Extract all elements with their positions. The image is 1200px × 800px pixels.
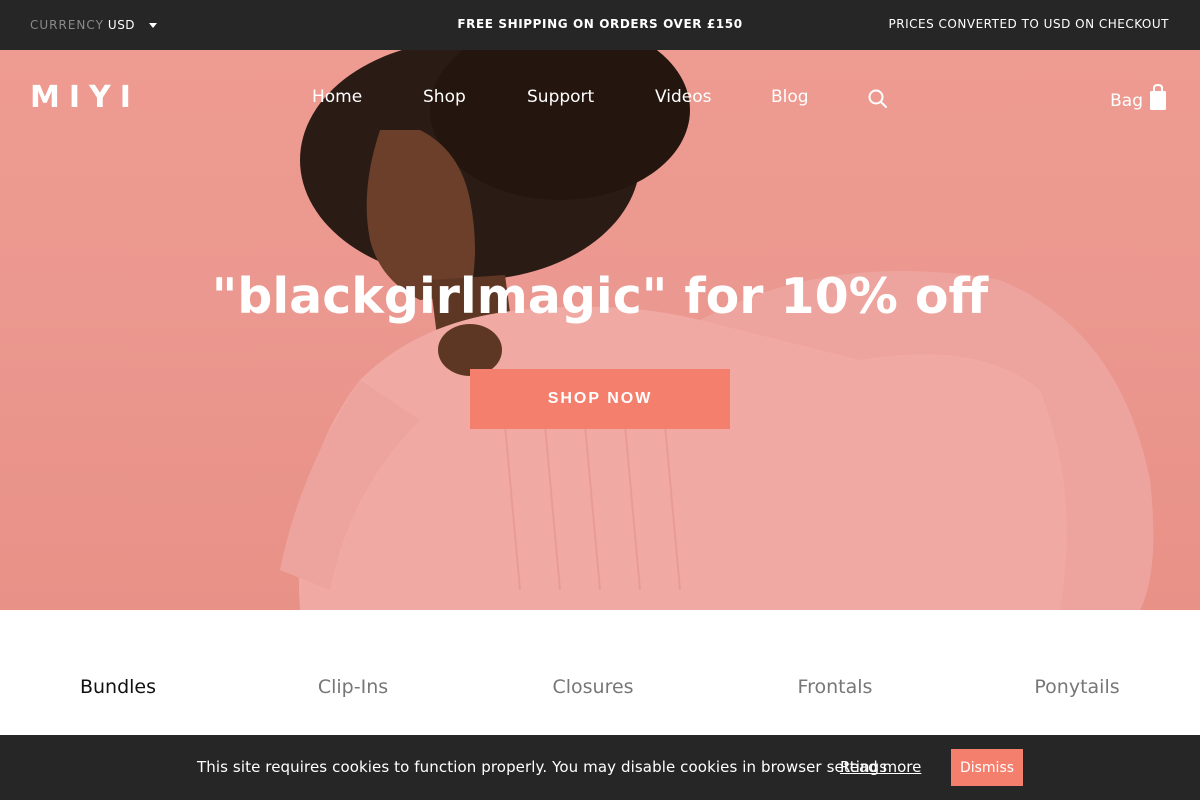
price-conversion-note: PRICES CONVERTED TO USD ON CHECKOUT xyxy=(888,17,1169,31)
category-tabs: Bundles Clip-Ins Closures Frontals Ponyt… xyxy=(0,610,1200,745)
currency-selector[interactable]: Currency USD xyxy=(30,18,158,32)
main-nav: Home Shop Support Videos Blog xyxy=(0,87,1200,111)
tab-closures[interactable]: Closures xyxy=(552,676,633,698)
chevron-down-icon xyxy=(149,23,158,28)
shop-now-button[interactable]: SHOP NOW xyxy=(470,369,730,429)
nav-videos[interactable]: Videos xyxy=(655,87,712,107)
nav-support[interactable]: Support xyxy=(527,87,594,107)
dismiss-button[interactable]: Dismiss xyxy=(951,749,1023,786)
cookie-message: This site requires cookies to function p… xyxy=(197,758,888,776)
bag-button[interactable]: Bag xyxy=(1110,84,1167,111)
tab-ponytails[interactable]: Ponytails xyxy=(1034,676,1119,698)
hero-banner: MIYI Home Shop Support Videos Blog Bag "… xyxy=(0,50,1200,610)
announcement-bar: Currency USD FREE SHIPPING ON ORDERS OVE… xyxy=(0,0,1200,50)
hero-image xyxy=(280,50,1154,610)
nav-blog[interactable]: Blog xyxy=(771,87,809,107)
hero-title: "blackgirlmagic" for 10% off xyxy=(211,268,989,325)
tab-clip-ins[interactable]: Clip-Ins xyxy=(318,676,388,698)
nav-shop[interactable]: Shop xyxy=(423,87,466,107)
bag-label: Bag xyxy=(1110,91,1143,111)
nav-home[interactable]: Home xyxy=(312,87,362,107)
tab-bundles[interactable]: Bundles xyxy=(80,676,156,698)
read-more-link[interactable]: Read more xyxy=(840,758,921,776)
shopping-bag-icon xyxy=(1150,84,1166,110)
tab-frontals[interactable]: Frontals xyxy=(798,676,873,698)
currency-label: Currency xyxy=(30,18,104,32)
currency-value: USD xyxy=(107,18,136,32)
free-shipping-text: FREE SHIPPING ON ORDERS OVER £150 xyxy=(457,17,743,31)
cookie-banner: This site requires cookies to function p… xyxy=(0,735,1200,800)
search-icon[interactable] xyxy=(867,88,889,110)
